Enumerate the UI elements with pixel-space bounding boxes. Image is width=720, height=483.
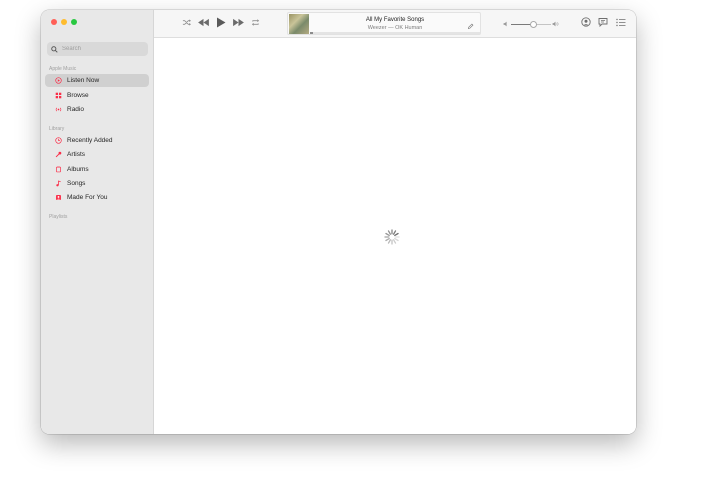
- playback-progress-fill: [310, 32, 314, 34]
- spinner-spoke: [394, 232, 399, 237]
- volume-low-icon: [503, 21, 507, 27]
- close-window-button[interactable]: [51, 19, 57, 25]
- radio-waves-icon: [55, 106, 62, 113]
- play-button[interactable]: [216, 17, 226, 28]
- sidebar-item-recently-added[interactable]: Recently Added: [45, 134, 149, 147]
- person-square-icon: [55, 194, 62, 201]
- microphone-icon: [55, 151, 62, 158]
- sidebar-item-label: Albums: [67, 166, 89, 173]
- sidebar-item-radio[interactable]: Radio: [45, 103, 149, 116]
- grid-icon: [55, 92, 62, 99]
- spinner-spoke: [392, 239, 397, 244]
- spinner-spoke: [385, 237, 390, 242]
- sidebar-item-listen-now[interactable]: Listen Now: [45, 74, 149, 87]
- next-track-icon: [233, 18, 244, 27]
- previous-track-icon: [198, 18, 209, 27]
- minimize-window-button[interactable]: [61, 19, 67, 25]
- sidebar-item-label: Recently Added: [67, 137, 113, 144]
- queue-list-icon: [616, 18, 626, 27]
- album-icon: [55, 166, 62, 173]
- section-label-playlists[interactable]: Playlists: [49, 214, 67, 220]
- shuffle-icon: [182, 19, 191, 26]
- pencil-icon: [467, 23, 474, 30]
- sidebar-item-label: Artists: [67, 151, 86, 158]
- window-controls: [51, 19, 77, 25]
- playback-progress-bar[interactable]: [310, 32, 480, 34]
- shuffle-button[interactable]: [182, 18, 191, 27]
- lyrics-button[interactable]: [598, 17, 608, 27]
- now-playing-display[interactable]: All My Favorite Songs Weezer — OK Human: [287, 12, 481, 35]
- section-label-apple-music: Apple Music: [49, 66, 77, 72]
- sidebar-item-label: Browse: [67, 92, 89, 99]
- play-circle-icon: [55, 77, 62, 84]
- play-icon: [217, 17, 226, 28]
- music-app-window: Apple Music Listen Now Browse Radio Libr…: [41, 10, 636, 434]
- spinner-spoke: [392, 230, 397, 235]
- airplay-button[interactable]: [581, 17, 591, 27]
- sidebar-item-albums[interactable]: Albums: [45, 163, 149, 176]
- music-note-icon: [55, 180, 62, 187]
- volume-slider[interactable]: [503, 19, 559, 29]
- sidebar-item-label: Listen Now: [67, 77, 100, 84]
- volume-knob[interactable]: [529, 20, 537, 28]
- volume-high-icon: [552, 21, 559, 27]
- sidebar-item-songs[interactable]: Songs: [45, 177, 149, 190]
- sidebar-item-label: Songs: [67, 180, 86, 187]
- sidebar-item-made-for-you[interactable]: Made For You: [45, 191, 149, 204]
- search-input[interactable]: [62, 46, 142, 52]
- search-field[interactable]: [47, 42, 148, 56]
- next-track-button[interactable]: [232, 18, 245, 27]
- search-icon: [51, 45, 58, 53]
- repeat-button[interactable]: [251, 18, 260, 27]
- main-content: [154, 38, 636, 434]
- sidebar: Apple Music Listen Now Browse Radio Libr…: [41, 10, 154, 434]
- album-artwork[interactable]: [289, 14, 309, 34]
- sidebar-item-artists[interactable]: Artists: [45, 148, 149, 161]
- now-playing-title: All My Favorite Songs: [365, 17, 425, 23]
- previous-track-button[interactable]: [197, 18, 210, 27]
- loading-spinner-icon: [384, 229, 400, 245]
- now-playing-subtitle: Weezer — OK Human: [367, 25, 423, 31]
- clock-icon: [55, 137, 62, 144]
- spinner-spoke: [387, 239, 392, 244]
- spinner-spoke: [387, 230, 392, 235]
- section-label-library: Library: [49, 126, 65, 132]
- lyrics-icon: [598, 18, 608, 27]
- airplay-icon: [581, 17, 591, 27]
- spinner-spoke: [394, 237, 399, 242]
- player-toolbar: All My Favorite Songs Weezer — OK Human: [154, 10, 636, 38]
- sidebar-item-label: Radio: [67, 106, 84, 113]
- queue-button[interactable]: [616, 18, 626, 27]
- repeat-icon: [251, 19, 260, 26]
- sidebar-item-label: Made For You: [67, 194, 108, 201]
- sidebar-item-browse[interactable]: Browse: [45, 89, 149, 102]
- zoom-window-button[interactable]: [71, 19, 77, 25]
- spinner-spoke: [385, 232, 390, 237]
